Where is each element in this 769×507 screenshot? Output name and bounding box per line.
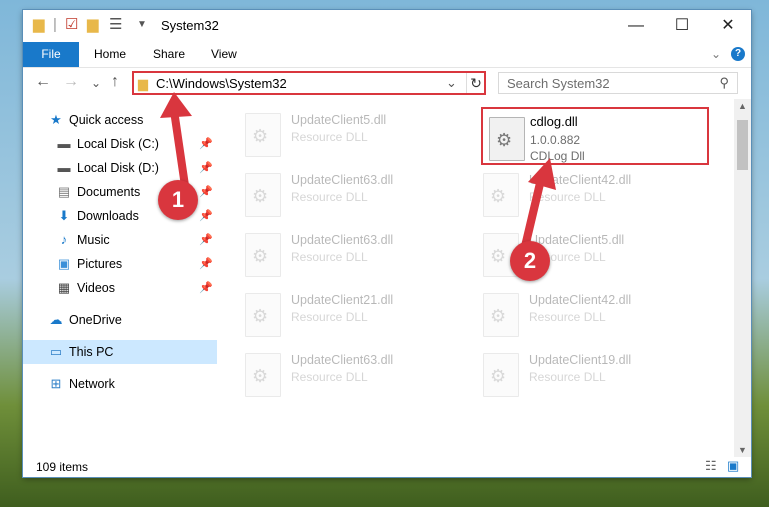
annotation-arrows — [160, 92, 556, 252]
arrow-2-head — [528, 158, 556, 190]
step-badge-1: 1 — [158, 180, 198, 220]
step-badge-2: 2 — [510, 241, 550, 281]
arrow-1-head — [160, 92, 192, 118]
